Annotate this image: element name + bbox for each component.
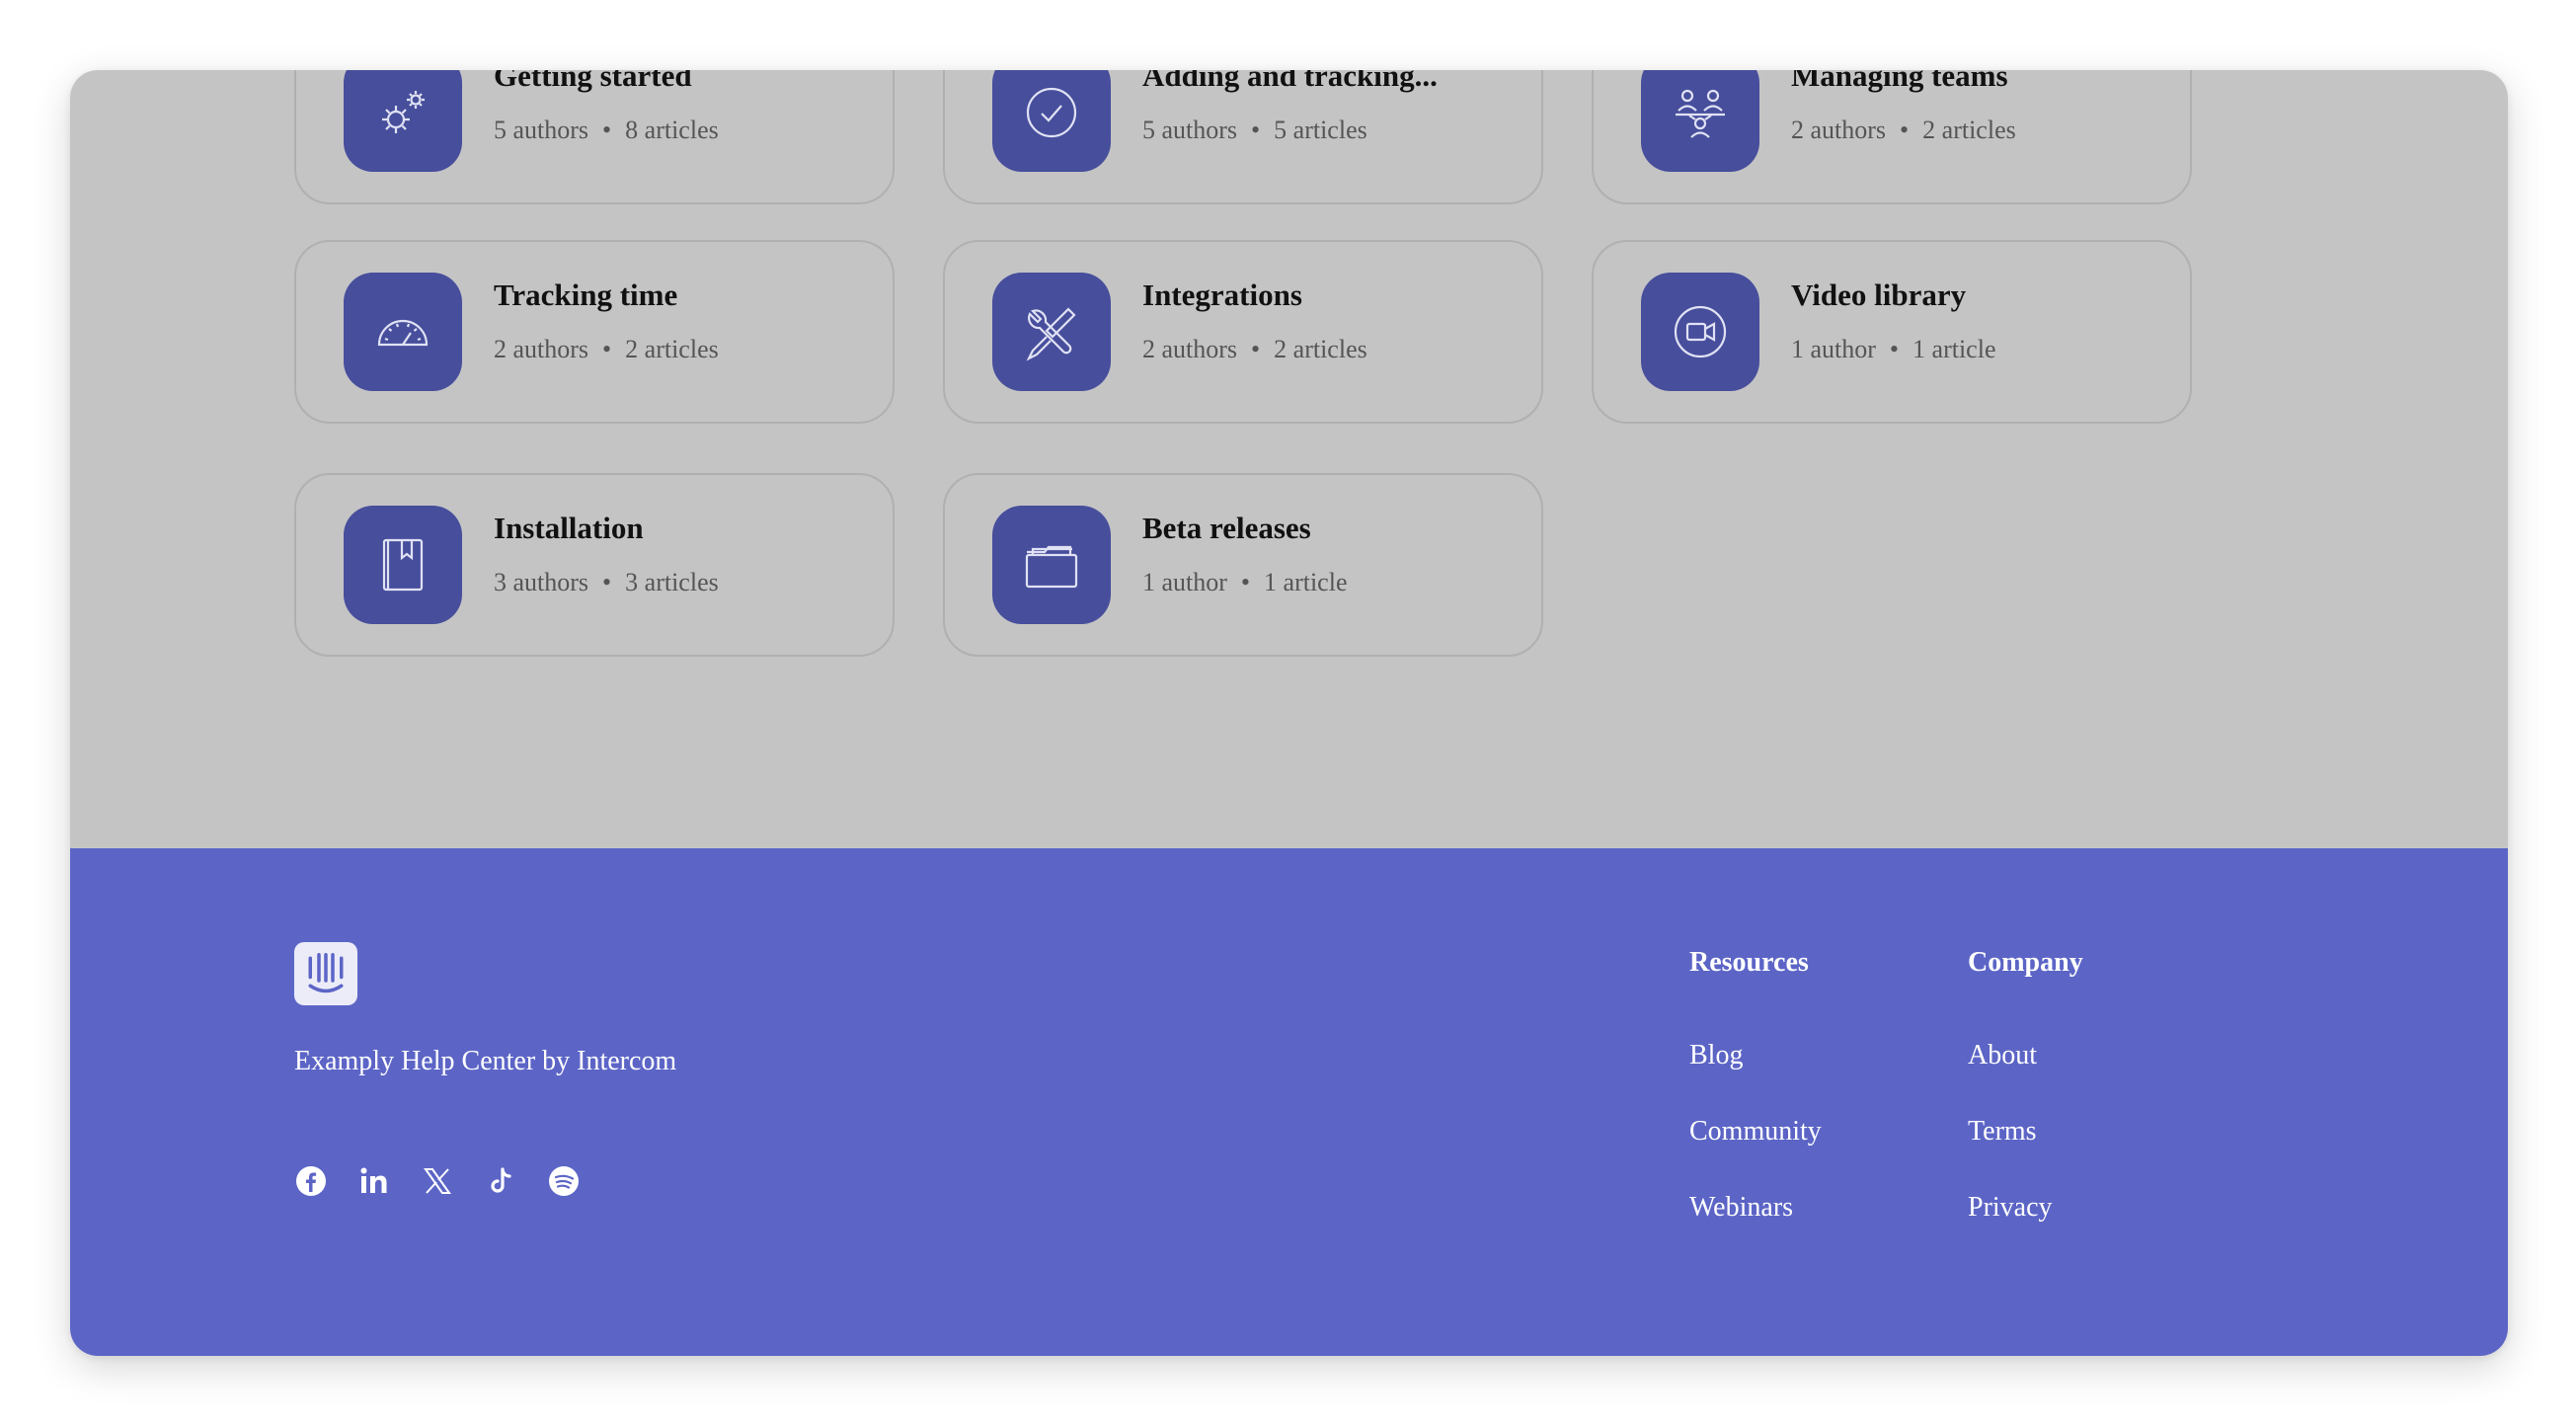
separator-dot: •: [1251, 116, 1261, 144]
collection-icon-box: [992, 70, 1111, 172]
article-count: 5 articles: [1274, 116, 1367, 144]
collection-title: Tracking time: [494, 277, 678, 312]
article-count: 1 article: [1264, 568, 1348, 596]
collection-meta: 1 author • 1 article: [1142, 568, 1347, 597]
x-icon: [424, 1168, 451, 1194]
collection-title: Integrations: [1142, 277, 1302, 312]
collection-icon-box: [1641, 273, 1759, 391]
article-count: 2 articles: [1274, 335, 1367, 363]
collection-meta: 5 authors • 8 articles: [494, 116, 719, 145]
footer-resources-column: Resources Blog Community Webinars: [1689, 947, 1822, 1223]
company-heading: Company: [1968, 947, 2083, 978]
bookmark-book-icon: [382, 538, 424, 592]
team-icon: [1676, 89, 1725, 138]
collection-icon-box: [344, 273, 462, 391]
intercom-logo[interactable]: [294, 942, 357, 1005]
separator-dot: •: [602, 335, 612, 363]
collection-meta: 2 authors • 2 articles: [494, 335, 719, 364]
collection-card-managing-teams[interactable]: Managing teams 2 authors • 2 articles: [1592, 70, 2192, 204]
footer-link-webinars[interactable]: Webinars: [1689, 1192, 1793, 1224]
social-links: [294, 1164, 581, 1198]
footer-link-blog[interactable]: Blog: [1689, 1040, 1743, 1071]
collection-card-adding-tracking[interactable]: Adding and tracking... 5 authors • 5 artic…: [943, 70, 1543, 204]
linkedin-link[interactable]: [357, 1164, 391, 1198]
tools-icon: [1026, 307, 1076, 361]
collection-card-beta-releases[interactable]: Beta releases 1 author • 1 article: [943, 473, 1543, 657]
collection-icon-box: [992, 273, 1111, 391]
author-count: 5 authors: [1142, 116, 1238, 144]
collection-title: Beta releases: [1142, 511, 1311, 545]
footer-company-column: Company About Terms Privacy: [1968, 947, 2083, 1223]
resources-heading: Resources: [1689, 947, 1809, 978]
speedometer-icon: [377, 319, 429, 347]
collection-card-installation[interactable]: Installation 3 authors • 3 articles: [294, 473, 895, 657]
spotify-link[interactable]: [547, 1164, 581, 1198]
separator-dot: •: [1240, 568, 1251, 596]
collection-meta: 1 author • 1 article: [1791, 335, 1995, 364]
intercom-logo-icon: [308, 953, 344, 993]
collection-card-integrations[interactable]: Integrations 2 authors • 2 articles: [943, 240, 1543, 424]
facebook-link[interactable]: [294, 1164, 328, 1198]
tiktok-link[interactable]: [484, 1164, 517, 1198]
author-count: 2 authors: [1791, 116, 1887, 144]
article-count: 1 article: [1912, 335, 1996, 363]
collection-meta: 5 authors • 5 articles: [1142, 116, 1367, 145]
collection-meta: 2 authors • 2 articles: [1791, 116, 2016, 145]
separator-dot: •: [1900, 116, 1910, 144]
author-count: 2 authors: [1142, 335, 1238, 363]
separator-dot: •: [602, 116, 612, 144]
collection-title: Installation: [494, 511, 644, 545]
folder-icon: [1025, 545, 1078, 589]
collection-icon-box: [344, 70, 462, 172]
collection-icon-box: [992, 506, 1111, 624]
author-count: 1 author: [1142, 568, 1227, 596]
collection-title: Video library: [1791, 277, 1967, 312]
author-count: 3 authors: [494, 568, 589, 596]
footer-link-community[interactable]: Community: [1689, 1116, 1822, 1148]
footer-link-privacy[interactable]: Privacy: [1968, 1192, 2053, 1224]
collections-area: Getting started 5 authors • 8 articles Add…: [70, 70, 2508, 848]
facebook-icon: [296, 1166, 326, 1196]
collection-meta: 3 authors • 3 articles: [494, 568, 719, 597]
article-count: 2 articles: [1922, 116, 2016, 144]
author-count: 5 authors: [494, 116, 589, 144]
article-count: 8 articles: [625, 116, 719, 144]
footer-link-terms[interactable]: Terms: [1968, 1116, 2037, 1148]
footer-brand-text: Examply Help Center by Intercom: [294, 1046, 677, 1076]
tiktok-icon: [491, 1167, 511, 1193]
help-center-window: Getting started 5 authors • 8 articles Add…: [70, 70, 2508, 1356]
video-camera-icon: [1674, 305, 1727, 358]
collection-icon-box: [1641, 70, 1759, 172]
collection-title: Getting started: [494, 70, 692, 93]
author-count: 2 authors: [494, 335, 589, 363]
x-link[interactable]: [421, 1164, 454, 1198]
article-count: 3 articles: [625, 568, 719, 596]
separator-dot: •: [602, 568, 612, 596]
collection-title: Managing teams: [1791, 70, 2008, 93]
article-count: 2 articles: [625, 335, 719, 363]
site-footer: Examply Help Center by Intercom Resource…: [70, 848, 2508, 1356]
collection-icon-box: [344, 506, 462, 624]
check-circle-icon: [1026, 87, 1077, 138]
collection-meta: 2 authors • 2 articles: [1142, 335, 1367, 364]
separator-dot: •: [1889, 335, 1900, 363]
gears-icon: [382, 91, 425, 133]
author-count: 1 author: [1791, 335, 1876, 363]
footer-link-about[interactable]: About: [1968, 1040, 2037, 1071]
spotify-icon: [549, 1166, 579, 1196]
collection-card-video-library[interactable]: Video library 1 author • 1 article: [1592, 240, 2192, 424]
separator-dot: •: [1251, 335, 1261, 363]
collection-title: Adding and tracking...: [1142, 70, 1438, 93]
linkedin-icon: [360, 1167, 387, 1193]
collection-card-getting-started[interactable]: Getting started 5 authors • 8 articles: [294, 70, 895, 204]
collection-card-tracking-time[interactable]: Tracking time 2 authors • 2 articles: [294, 240, 895, 424]
